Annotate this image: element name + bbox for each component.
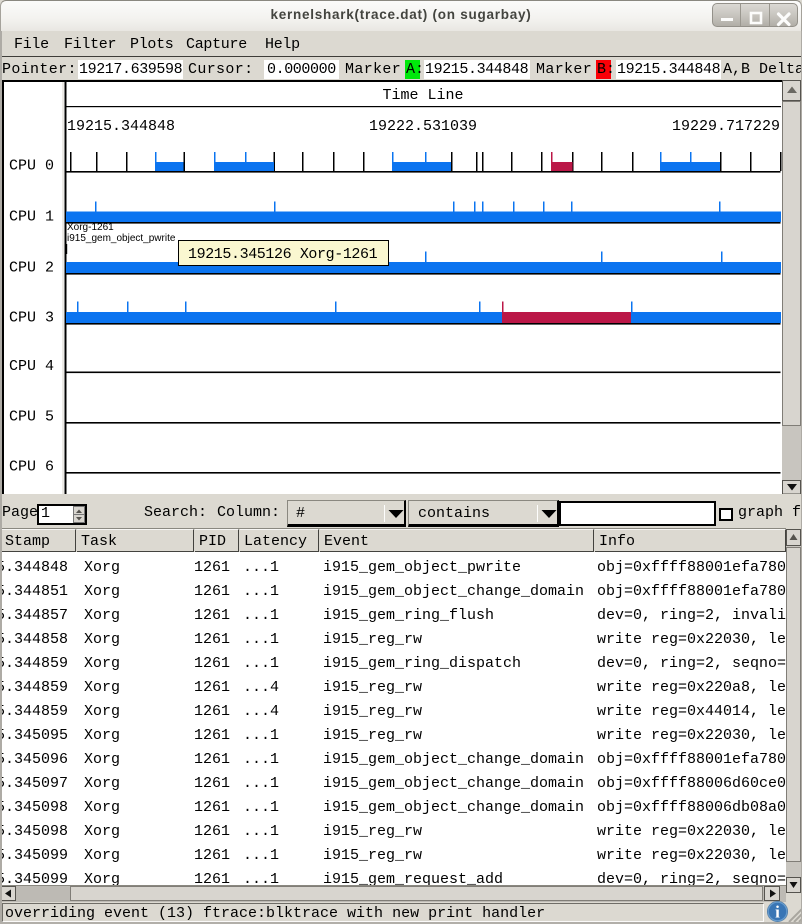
svg-text:19215.345126 Xorg-1261: 19215.345126 Xorg-1261 <box>188 246 378 263</box>
svg-text:CPU 2: CPU 2 <box>9 260 54 277</box>
svg-text:i915_gem_object_pwrite: i915_gem_object_pwrite <box>67 233 176 244</box>
svg-text:19222.531039: 19222.531039 <box>369 118 477 135</box>
svg-text:Time Line: Time Line <box>382 87 463 104</box>
svg-text:CPU 0: CPU 0 <box>9 158 54 175</box>
svg-text:i: i <box>775 903 780 922</box>
svg-text:CPU 4: CPU 4 <box>9 358 54 375</box>
svg-text:19215.344848: 19215.344848 <box>67 118 175 135</box>
svg-text:CPU 3: CPU 3 <box>9 310 54 327</box>
svg-text:Xorg-1261: Xorg-1261 <box>67 222 114 233</box>
svg-text:CPU 5: CPU 5 <box>9 409 54 426</box>
svg-text:CPU 1: CPU 1 <box>9 209 54 226</box>
svg-text:19229.717229: 19229.717229 <box>672 118 780 135</box>
svg-text:CPU 6: CPU 6 <box>9 459 54 476</box>
